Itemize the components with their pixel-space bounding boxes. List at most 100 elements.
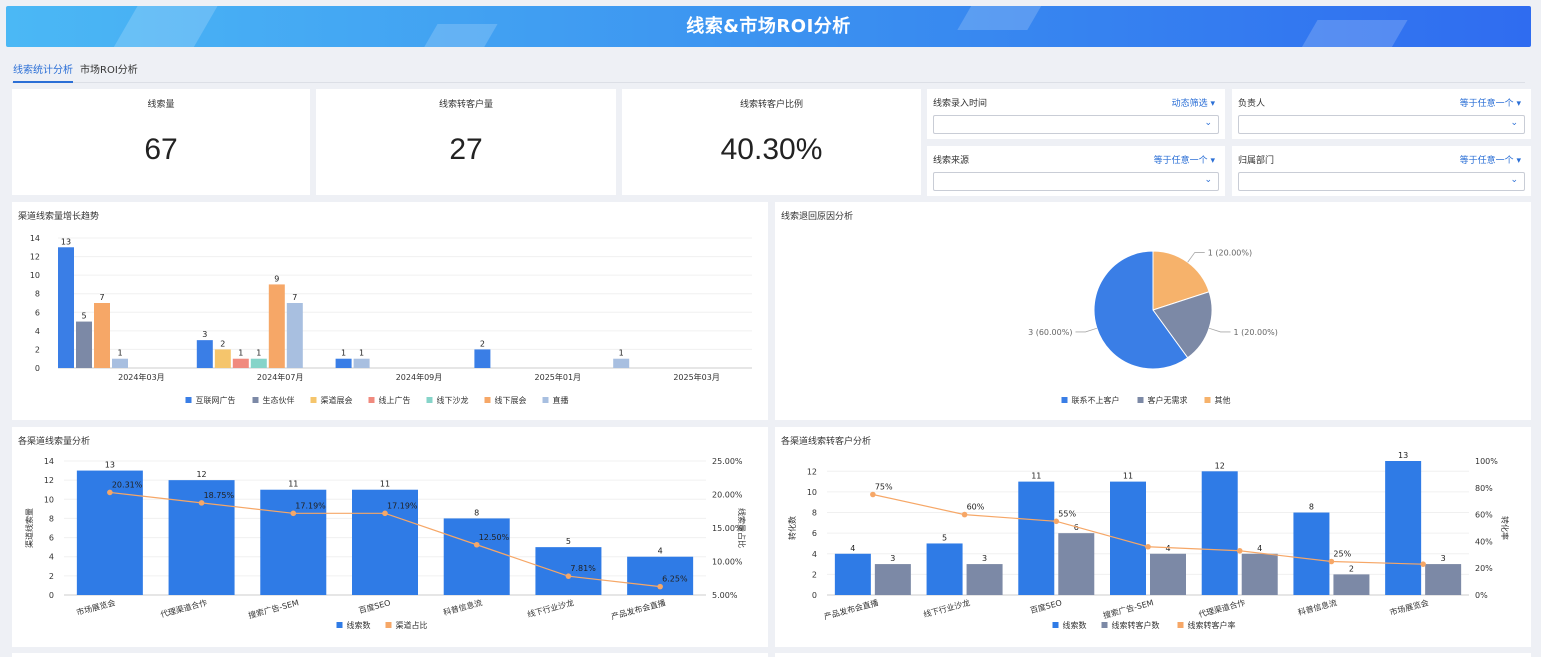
- data-label: 1: [256, 349, 261, 358]
- legend-label: 渠道占比: [396, 620, 428, 630]
- pie-leader-line: [1075, 327, 1098, 333]
- line-point: [657, 583, 663, 590]
- bar: [474, 349, 491, 368]
- y-tick-label: 4: [49, 553, 54, 562]
- bar: [76, 321, 92, 368]
- y-tick-label: 6: [35, 308, 40, 317]
- data-label: 1: [619, 349, 624, 358]
- filter-mode-dropdown[interactable]: 等于任意一个 ▾: [1154, 153, 1215, 166]
- panel-channel-trend: 渠道线索量增长趋势 0 2 4 6 8 10 12 14 2024年03月 13 5 7 1 2024年0…: [12, 202, 768, 420]
- legend-swatch: [1204, 397, 1211, 403]
- bar: [443, 518, 510, 595]
- filter-mode-dropdown[interactable]: 动态筛选 ▾: [1172, 96, 1215, 109]
- filter-select[interactable]: ⌄: [933, 172, 1219, 191]
- y-tick-label: 4: [35, 327, 40, 336]
- y-tick-label: 8: [49, 514, 54, 523]
- legend-swatch: [1177, 622, 1184, 628]
- legend-swatch: [336, 622, 343, 628]
- filter-owner: 负责人 等于任意一个 ▾ ⌄: [1232, 89, 1531, 139]
- pie-label: 1 (20.00%): [1234, 328, 1278, 337]
- chart-return-reasons: 1 (20.00%) 1 (20.00%) 3 (60.00%) 联系不上客户 客户无需…: [1028, 249, 1278, 405]
- line-point: [382, 510, 388, 517]
- y-tick-label: 6: [49, 534, 54, 543]
- kpi-card-leads: 线索量 67: [12, 89, 310, 195]
- data-label: 1: [117, 349, 122, 358]
- bar: [1385, 461, 1422, 595]
- data-label: 4: [850, 544, 855, 553]
- y2-axis-label: 转化率: [1500, 516, 1510, 540]
- y-tick-label: 2: [49, 572, 54, 581]
- line-point: [1236, 547, 1243, 554]
- data-label: 11: [288, 480, 298, 489]
- y2-tick-label: 10.00%: [712, 558, 743, 567]
- data-label: 13: [105, 461, 115, 470]
- kpi-card-conversion-rate: 线索转客户比例 40.30%: [622, 89, 921, 195]
- data-label: 4: [1257, 544, 1262, 553]
- pie-label: 1 (20.00%): [1208, 249, 1252, 258]
- y-tick-label: 12: [807, 467, 817, 476]
- x-tick-label: 2024年07月: [257, 372, 304, 382]
- filter-label: 负责人: [1238, 99, 1266, 109]
- x-tick-label: 线下行业沙龙: [922, 597, 971, 619]
- data-label: 3: [982, 554, 987, 563]
- y-tick-label: 4: [812, 550, 817, 559]
- data-label: 5: [566, 537, 571, 546]
- filter-lead-time: 线索录入时间 动态筛选 ▾ ⌄: [927, 89, 1225, 139]
- bar: [874, 564, 911, 595]
- data-label: 5: [81, 312, 86, 321]
- line-point: [198, 500, 205, 506]
- data-label: 11: [1031, 472, 1041, 481]
- kpi-card-converted: 线索转客户量 27: [316, 89, 616, 195]
- line-data-label: 55%: [1058, 509, 1076, 518]
- tab-market-roi[interactable]: 市场ROI分析: [80, 61, 138, 83]
- legend-swatch: [1052, 622, 1059, 628]
- chevron-down-icon: ⌄: [1204, 175, 1212, 185]
- bar: [335, 358, 352, 368]
- filter-label: 线索录入时间: [933, 99, 988, 109]
- line-point: [870, 491, 876, 498]
- line-point: [290, 510, 297, 517]
- bar: [196, 340, 213, 368]
- filter-select[interactable]: ⌄: [1238, 115, 1525, 134]
- x-tick-label: 2025年03月: [673, 372, 720, 382]
- y2-tick-label: 80%: [1475, 484, 1493, 493]
- x-tick-label: 搜索广告-SEM: [247, 597, 300, 620]
- y2-tick-label: 40%: [1475, 537, 1493, 546]
- y-tick-label: 14: [30, 234, 40, 243]
- x-tick-label: 科普信息流: [442, 597, 483, 617]
- legend-label: 线索转客户数: [1112, 620, 1160, 630]
- filter-mode-dropdown[interactable]: 等于任意一个 ▾: [1460, 96, 1521, 109]
- bar: [966, 564, 1003, 595]
- bar: [353, 358, 370, 368]
- chevron-down-icon: ⌄: [1204, 118, 1212, 128]
- x-tick-label: 市场展览会: [1388, 597, 1429, 617]
- data-label: 3: [202, 330, 207, 339]
- data-label: 9: [274, 274, 279, 283]
- data-label: 13: [1398, 451, 1408, 460]
- legend-swatch: [1101, 622, 1108, 628]
- tab-lead-stats[interactable]: 线索统计分析: [13, 61, 73, 83]
- x-tick-label: 线下行业沙龙: [526, 597, 575, 619]
- kpi-value: 67: [144, 133, 178, 166]
- filter-select[interactable]: ⌄: [933, 115, 1219, 134]
- line-point: [961, 511, 968, 518]
- y-tick-label: 10: [30, 271, 40, 280]
- bar: [1150, 553, 1186, 595]
- y-tick-label: 0: [35, 364, 40, 373]
- data-label: 1: [238, 349, 243, 358]
- filter-mode-dropdown[interactable]: 等于任意一个 ▾: [1460, 153, 1521, 166]
- legend-label: 直播: [553, 395, 569, 405]
- filter-select[interactable]: ⌄: [1238, 172, 1525, 191]
- x-tick-label: 搜索广告-SEM: [1102, 597, 1155, 620]
- line-data-label: 6.25%: [662, 575, 688, 584]
- legend-label: 线下展会: [495, 395, 527, 405]
- legend-label: 联系不上客户: [1072, 395, 1120, 405]
- legend-label: 互联网广告: [196, 395, 236, 405]
- y-tick-label: 10: [807, 488, 817, 497]
- legend-swatch: [484, 397, 491, 403]
- legend-label: 其他: [1215, 395, 1231, 405]
- y2-axis-label: 线索量占比: [737, 508, 747, 548]
- data-label: 11: [1123, 472, 1133, 481]
- y-tick-label: 12: [44, 476, 54, 485]
- line-point: [1420, 561, 1426, 567]
